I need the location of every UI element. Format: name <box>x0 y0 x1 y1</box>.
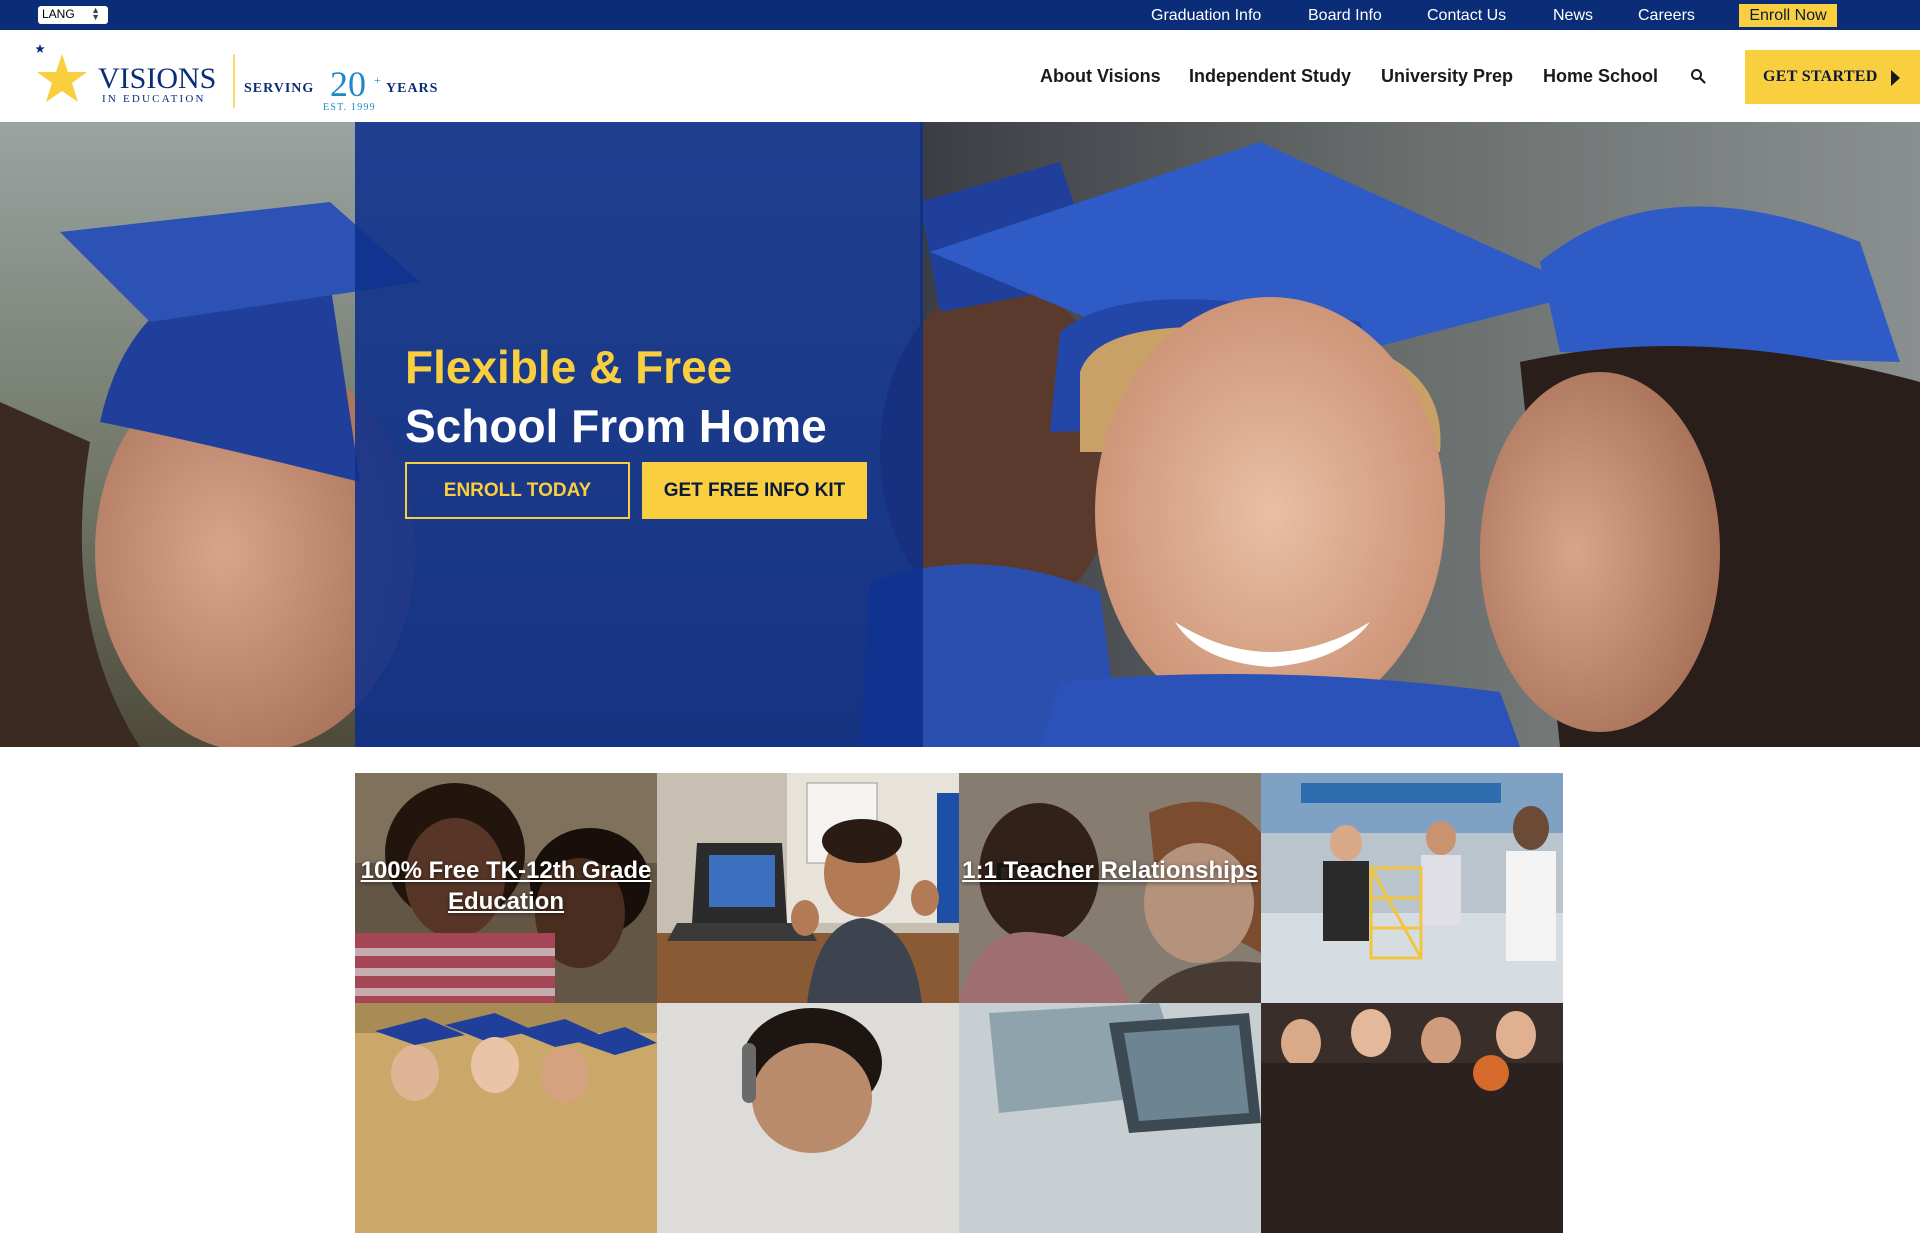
tablet-book-photo <box>959 1003 1261 1233</box>
visions-logo[interactable]: VISIONS IN EDUCATION SERVING 20 + YEARS … <box>35 44 456 114</box>
enroll-today-button[interactable]: ENROLL TODAY <box>405 462 630 519</box>
graduates-photo <box>0 122 1920 747</box>
tile-student-laptop[interactable] <box>657 773 959 1003</box>
language-select[interactable]: LANG ▲ ▼ <box>38 6 108 24</box>
search-icon[interactable] <box>1690 68 1706 84</box>
brand-est: EST. 1999 <box>323 102 376 113</box>
enroll-now-button[interactable]: Enroll Now <box>1739 4 1837 27</box>
boy-laptop-photo <box>657 773 959 1003</box>
brand-years-num: 20 <box>330 64 366 104</box>
nav-university-prep[interactable]: University Prep <box>1381 66 1513 87</box>
utility-link-careers[interactable]: Careers <box>1638 7 1695 25</box>
get-started-button[interactable]: GET STARTED <box>1745 50 1920 104</box>
utility-link-news[interactable]: News <box>1553 7 1593 25</box>
student-headphones-photo <box>657 1003 959 1233</box>
utility-link-board-info[interactable]: Board Info <box>1308 7 1382 25</box>
tile-teacher-relationships[interactable]: 1:1 Teacher Relationships <box>959 773 1261 1003</box>
graduates-group-photo <box>355 1003 657 1233</box>
utility-link-contact-us[interactable]: Contact Us <box>1427 7 1506 25</box>
teacher-student-photo <box>959 773 1261 1003</box>
star-logo-icon: VISIONS IN EDUCATION SERVING 20 + YEARS … <box>35 44 438 113</box>
tile-free-education[interactable]: 100% Free TK-12th Grade Education <box>355 773 657 1003</box>
brand-serving: SERVING <box>244 81 314 96</box>
brand-years-plus: + <box>374 73 381 87</box>
hero-headline-school: School From Home <box>405 400 827 452</box>
tile-student-group[interactable] <box>1261 1003 1563 1233</box>
utility-link-graduation-info[interactable]: Graduation Info <box>1151 7 1261 25</box>
nav-independent-study[interactable]: Independent Study <box>1189 66 1351 87</box>
tile-tablet-study[interactable] <box>959 1003 1261 1233</box>
hero-headline-flexible: Flexible & Free <box>405 341 733 393</box>
hero-banner: Flexible & Free School From Home ENROLL … <box>0 122 1920 747</box>
tile-caption-teacher-relationships[interactable]: 1:1 Teacher Relationships <box>959 855 1261 886</box>
nav-about-visions[interactable]: About Visions <box>1040 66 1161 87</box>
nav-home-school[interactable]: Home School <box>1543 66 1658 87</box>
site-header: VISIONS IN EDUCATION SERVING 20 + YEARS … <box>0 30 1920 122</box>
hero-overlay-panel: Flexible & Free School From Home ENROLL … <box>355 122 923 747</box>
tile-graduates[interactable] <box>355 1003 657 1233</box>
students-project-photo <box>1261 773 1563 1003</box>
caret-right-icon <box>1891 70 1900 86</box>
brand-name: VISIONS <box>98 62 216 95</box>
students-group-photo <box>1261 1003 1563 1233</box>
utility-bar: LANG ▲ ▼ Graduation Info Board Info Conta… <box>0 0 1920 30</box>
free-info-kit-button[interactable]: GET FREE INFO KIT <box>642 462 867 519</box>
tile-stem-classroom[interactable] <box>1261 773 1563 1003</box>
get-started-label: GET STARTED <box>1763 68 1878 85</box>
language-select-label: LANG <box>42 7 75 21</box>
brand-years-label: YEARS <box>386 81 438 96</box>
tile-student-headphones[interactable] <box>657 1003 959 1233</box>
tile-caption-free-education[interactable]: 100% Free TK-12th Grade Education <box>355 855 657 917</box>
brand-sub: IN EDUCATION <box>102 93 206 105</box>
select-arrows-icon: ▲ ▼ <box>91 5 100 22</box>
